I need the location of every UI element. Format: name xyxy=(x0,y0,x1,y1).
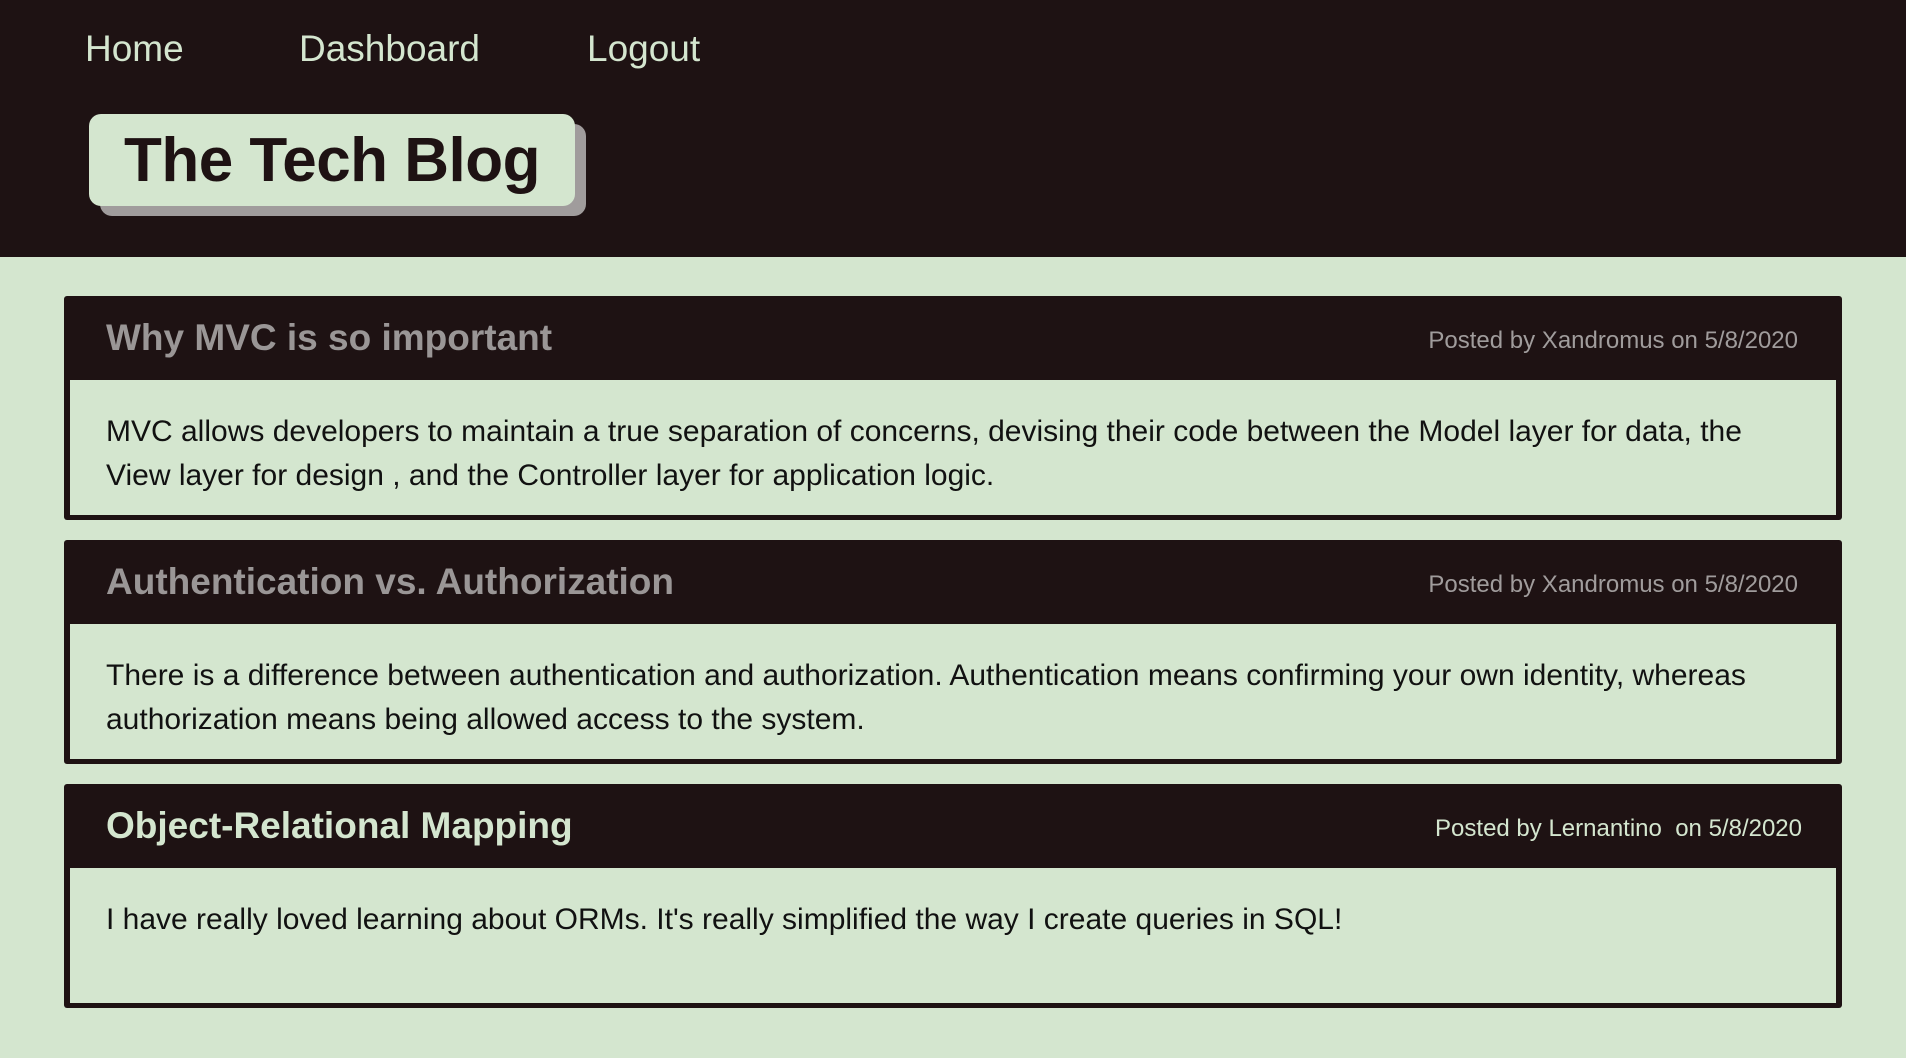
nav-dashboard-link[interactable]: Dashboard xyxy=(299,28,480,70)
post-header: Authentication vs. Authorization Posted b… xyxy=(70,540,1836,624)
post-title[interactable]: Why MVC is so important xyxy=(106,317,552,359)
post-title[interactable]: Authentication vs. Authorization xyxy=(106,561,674,603)
site-title: The Tech Blog xyxy=(123,125,541,195)
post-card[interactable]: Authentication vs. Authorization Posted b… xyxy=(64,540,1842,764)
post-title[interactable]: Object-Relational Mapping xyxy=(106,805,573,847)
post-body: There is a difference between authentica… xyxy=(70,624,1836,759)
nav-logout-link[interactable]: Logout xyxy=(587,28,700,70)
post-meta: Posted by Lernantino on 5/8/2020 xyxy=(1435,815,1802,842)
post-card[interactable]: Why MVC is so important Posted by Xandrom… xyxy=(64,296,1842,520)
site-title-badge: The Tech Blog xyxy=(89,114,575,206)
post-body: MVC allows developers to maintain a true… xyxy=(70,380,1836,515)
nav-home-link[interactable]: Home xyxy=(85,28,184,70)
post-meta: Posted by Xandromus on 5/8/2020 xyxy=(1428,571,1798,598)
post-meta: Posted by Xandromus on 5/8/2020 xyxy=(1428,327,1798,354)
post-card[interactable]: Object-Relational Mapping Posted by Lerna… xyxy=(64,784,1842,1008)
post-header: Object-Relational Mapping Posted by Lerna… xyxy=(70,784,1836,868)
site-header: Home Dashboard Logout The Tech Blog xyxy=(0,0,1906,257)
post-header: Why MVC is so important Posted by Xandrom… xyxy=(70,296,1836,380)
post-body: I have really loved learning about ORMs.… xyxy=(70,868,1836,1003)
